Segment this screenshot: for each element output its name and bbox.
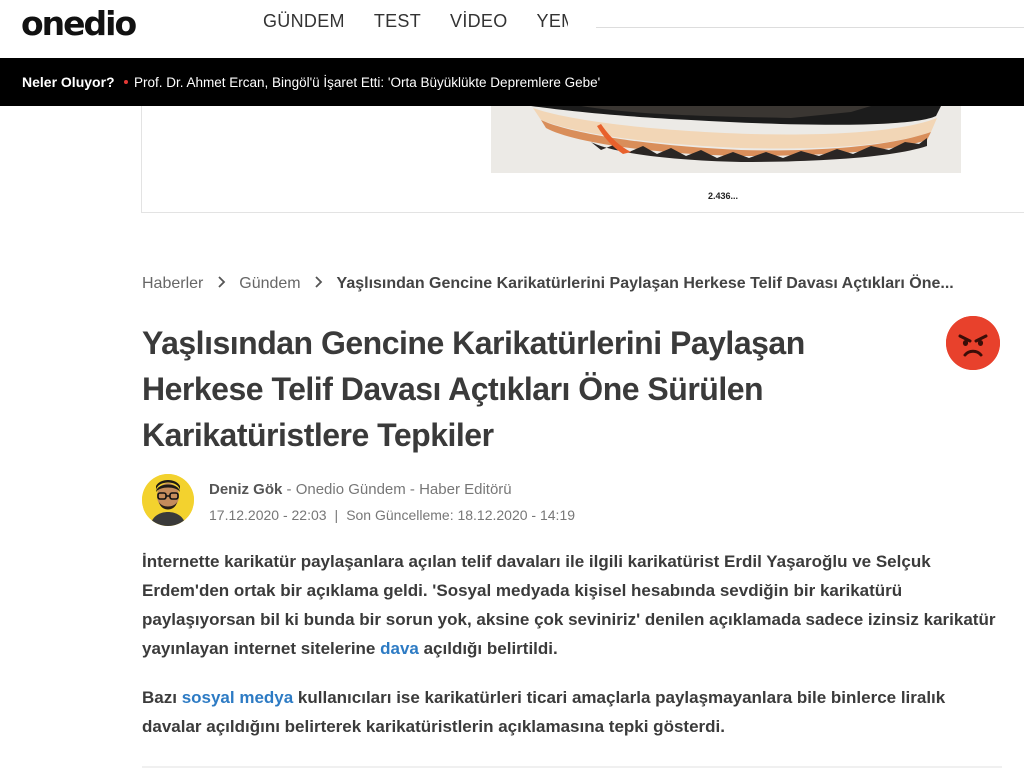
ad-shoe-image[interactable] [491,106,961,173]
article-paragraph-2: Bazı sosyal medya kullanıcıları ise kari… [142,683,1002,741]
chevron-right-icon [314,275,323,293]
ticker-bullet-icon [124,80,128,84]
link-sosyal-medya[interactable]: sosyal medya [182,688,294,707]
angry-face-icon[interactable] [946,316,1000,370]
link-dava[interactable]: dava [380,639,419,658]
nav-overlap-panel [568,0,1024,28]
ticker-headline-link[interactable]: Prof. Dr. Ahmet Ercan, Bingöl'ü İşaret E… [134,75,600,90]
shoe-icon [491,106,961,173]
breadcrumb-haberler[interactable]: Haberler [142,275,203,292]
nav-item-test[interactable]: TEST [374,11,421,32]
nav-item-video[interactable]: VİDEO [450,11,508,32]
site-header: onedio GÜNDEM TEST VİDEO YEMEK [0,0,1024,58]
content-divider [142,766,1002,768]
chevron-right-icon [217,275,226,293]
site-logo[interactable]: onedio [21,4,137,43]
article-title: Yaşlısından Gencine Karikatürlerini Payl… [142,325,805,453]
ticker-label: Neler Oluyor? [22,74,115,90]
paragraph-text: açıldığı belirtildi. [418,639,558,658]
ad-view-count: 2.436... [708,191,739,201]
nav-item-gundem[interactable]: GÜNDEM [263,11,345,32]
date-separator: | [334,507,339,523]
breadcrumb: Haberler Gündem Yaşlısından Gencine Kari… [142,275,954,293]
nav-overlap-border [596,27,1024,28]
article-paragraph-1: İnternette karikatür paylaşanlara açılan… [142,547,1002,663]
news-ticker: Neler Oluyor? Prof. Dr. Ahmet Ercan, Bin… [0,58,1024,106]
publish-date: 17.12.2020 - 22:03 [209,507,327,523]
author-meta: - Onedio Gündem - Haber Editörü [282,481,512,498]
author-info: Deniz Gök - Onedio Gündem - Haber Editör… [209,481,512,498]
article-dates: 17.12.2020 - 22:03 | Son Güncelleme: 18.12… [209,507,575,523]
author-avatar[interactable] [142,474,194,526]
paragraph-text: İnternette karikatür paylaşanlara açılan… [142,552,996,658]
author-name-link[interactable]: Deniz Gök [209,481,282,498]
breadcrumb-current: Yaşlısından Gencine Karikatürlerini Payl… [336,275,954,292]
breadcrumb-gundem[interactable]: Gündem [239,275,300,292]
paragraph-text: Bazı [142,688,182,707]
update-date: Son Güncelleme: 18.12.2020 - 14:19 [346,507,576,523]
